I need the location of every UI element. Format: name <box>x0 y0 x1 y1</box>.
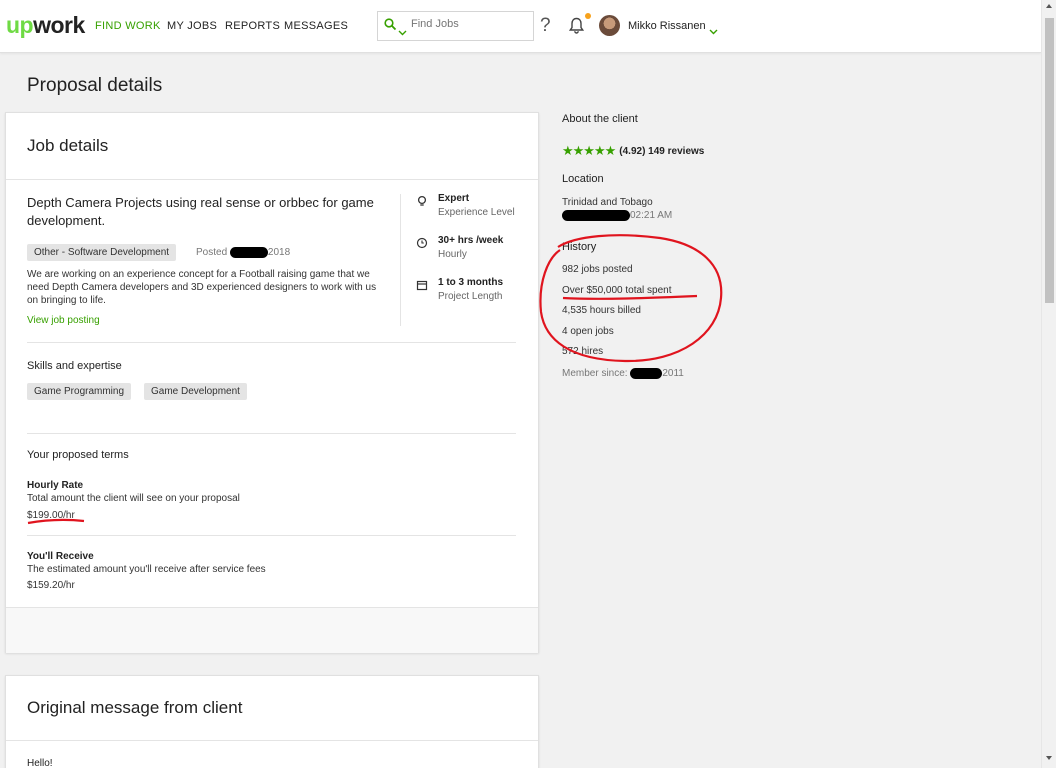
posted-label: Posted <box>196 247 228 259</box>
chevron-down-icon[interactable] <box>398 23 407 41</box>
lightbulb-icon <box>416 194 428 212</box>
nav-reports[interactable]: REPORTS <box>225 20 280 32</box>
skills-heading: Skills and expertise <box>27 360 122 372</box>
section-divider <box>27 535 516 536</box>
view-job-posting-link[interactable]: View job posting <box>27 315 100 326</box>
member-since: Member since: 2011 <box>562 368 684 379</box>
hires-count: 572 hires <box>562 346 604 357</box>
card-title: Job details <box>27 136 109 155</box>
notification-bell-icon[interactable] <box>568 13 591 39</box>
posted-year: 2018 <box>267 247 291 259</box>
upwork-logo[interactable]: upwork <box>6 12 85 39</box>
hours-label: Hourly <box>438 249 467 260</box>
hourly-rate-value: $199.00/hr <box>27 510 75 521</box>
nav-messages[interactable]: MESSAGES <box>284 20 348 32</box>
rating-stars-icon: ★★★★★ <box>562 143 616 158</box>
client-local-time: 02:21 AM <box>562 210 672 221</box>
terms-heading: Your proposed terms <box>27 449 129 461</box>
hours-value: 30+ hrs /week <box>438 235 504 246</box>
nav-my-jobs[interactable]: MY JOBS <box>167 20 217 32</box>
scroll-down-icon[interactable] <box>1046 756 1052 760</box>
jobs-posted: 982 jobs posted <box>562 264 633 275</box>
job-description: We are working on an experience concept … <box>27 269 377 306</box>
local-time: 02:21 AM <box>630 210 673 222</box>
you-receive-description: The estimated amount you'll receive afte… <box>27 564 266 575</box>
experience-level-value: Expert <box>438 193 470 204</box>
search-icon[interactable] <box>384 18 397 36</box>
card-title: Original message from client <box>27 698 243 717</box>
open-jobs: 4 open jobs <box>562 326 614 337</box>
hours-billed: 4,535 hours billed <box>562 305 641 316</box>
message-greeting: Hello! <box>27 758 53 768</box>
skill-tag[interactable]: Game Development <box>144 383 247 400</box>
help-icon[interactable]: ? <box>540 15 551 37</box>
hourly-rate-title: Hourly Rate <box>27 480 84 491</box>
skill-tag[interactable]: Game Programming <box>27 383 132 400</box>
history-heading: History <box>562 241 597 253</box>
card-header: Original message from client <box>6 676 538 741</box>
top-navbar: upwork FIND WORK MY JOBS REPORTS MESSAGE… <box>0 0 1041 53</box>
redaction-mark <box>229 247 268 258</box>
page-title: Proposal details <box>27 75 163 96</box>
card-header: Job details <box>6 113 538 180</box>
user-name[interactable]: Mikko Rissanen <box>628 20 706 32</box>
section-divider <box>27 433 516 434</box>
member-since-year: 2011 <box>662 368 684 380</box>
posted-date: Posted 2018 <box>196 247 290 258</box>
scrollbar-thumb[interactable] <box>1045 18 1054 303</box>
client-rating: ★★★★★ (4.92) 149 reviews <box>562 143 704 159</box>
vertical-divider <box>400 194 401 326</box>
calendar-icon <box>416 278 428 296</box>
duration-label: Project Length <box>438 291 503 302</box>
about-client-heading: About the client <box>562 113 638 125</box>
search-input[interactable] <box>411 18 529 30</box>
avatar[interactable] <box>599 15 620 36</box>
notification-dot <box>585 13 591 19</box>
experience-level-label: Experience Level <box>438 207 515 218</box>
section-divider <box>27 342 516 343</box>
hourly-rate-description: Total amount the client will see on your… <box>27 493 240 504</box>
job-details-card: Job details Depth Camera Projects using … <box>5 112 539 653</box>
card-footer <box>6 607 538 653</box>
you-receive-value: $159.20/hr <box>27 580 75 591</box>
client-country: Trinidad and Tobago <box>562 197 653 208</box>
nav-find-work[interactable]: FIND WORK <box>95 20 161 32</box>
category-tag[interactable]: Other - Software Development <box>27 244 177 261</box>
duration-value: 1 to 3 months <box>438 277 504 288</box>
scroll-up-icon[interactable] <box>1046 4 1052 8</box>
job-title: Depth Camera Projects using real sense o… <box>27 195 374 228</box>
search-box[interactable] <box>377 11 534 41</box>
clock-icon <box>416 236 428 254</box>
redaction-mark <box>630 368 663 379</box>
chevron-down-icon[interactable] <box>709 22 718 40</box>
rating-text[interactable]: (4.92) 149 reviews <box>619 146 704 157</box>
member-since-label: Member since: <box>562 368 628 380</box>
location-heading: Location <box>562 173 604 185</box>
total-spent: Over $50,000 total spent <box>562 285 672 296</box>
original-message-card: Original message from client Hello! <box>5 675 539 768</box>
redaction-mark <box>562 210 630 221</box>
you-receive-title: You'll Receive <box>27 551 94 562</box>
page-scrollbar[interactable] <box>1041 0 1056 768</box>
